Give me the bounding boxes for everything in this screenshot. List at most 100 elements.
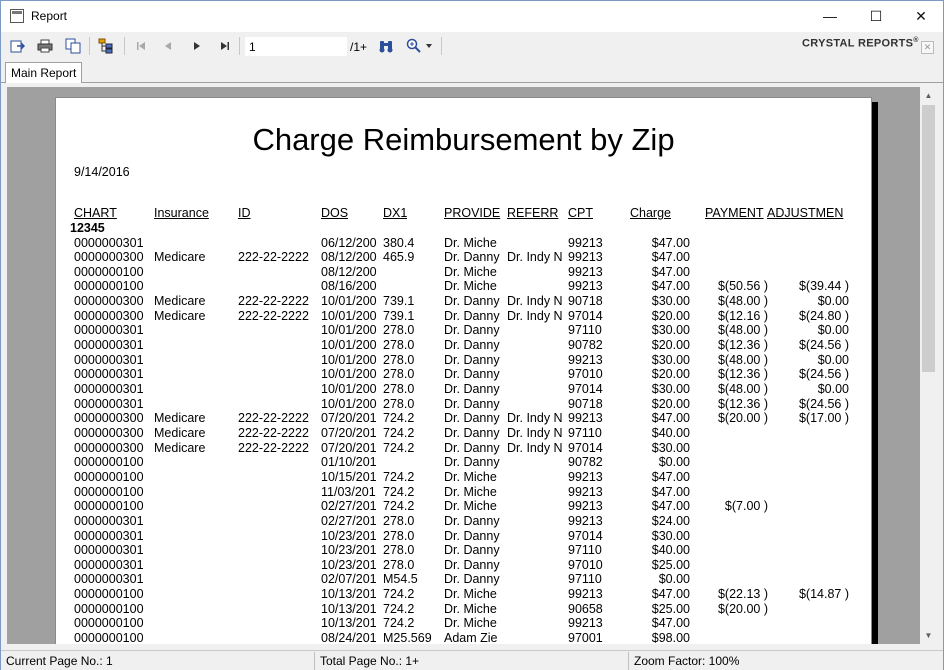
- cell-cpt: 97014: [568, 382, 603, 396]
- first-page-icon[interactable]: [132, 37, 150, 55]
- maximize-button[interactable]: ☐: [853, 1, 899, 32]
- cell-cpt: 99213: [568, 484, 603, 499]
- scroll-up-icon[interactable]: ▲: [920, 87, 937, 104]
- close-view-icon[interactable]: ✕: [921, 41, 934, 54]
- next-page-icon[interactable]: [188, 37, 206, 55]
- header-dx1: DX1: [383, 206, 408, 220]
- cell-provider: Dr. Miche: [444, 264, 497, 279]
- cell-provider: Dr. Danny: [444, 323, 500, 338]
- cell-adjustment: $(24.56 ): [798, 396, 849, 411]
- status-bar: Current Page No.: 1 Total Page No.: 1+ Z…: [1, 650, 943, 670]
- cell-referr: Dr. Indy N: [507, 425, 562, 440]
- table-row: 0000000301 10/01/200 278.0 Dr. Danny 90782 $2…: [56, 338, 871, 353]
- cell-charge: $47.00: [651, 279, 690, 294]
- print-icon[interactable]: [36, 37, 54, 55]
- header-referr: REFERR: [507, 206, 559, 220]
- group-tree-icon[interactable]: [97, 37, 115, 55]
- cell-provider: Dr. Danny: [444, 367, 500, 382]
- cell-provider: Dr. Miche: [444, 601, 497, 616]
- cell-cpt: 99213: [568, 235, 603, 250]
- cell-id: 222-22-2222: [238, 411, 309, 426]
- cell-dx1: 724.2: [383, 616, 415, 631]
- cell-dos: 08/16/200: [321, 279, 377, 294]
- scroll-thumb[interactable]: [922, 105, 935, 372]
- scroll-down-icon[interactable]: ▼: [920, 627, 937, 644]
- cell-dos: 02/27/201: [321, 499, 377, 514]
- cell-chart: 0000000100: [74, 631, 144, 644]
- cell-charge: $25.00: [651, 557, 690, 572]
- cell-payment: $(12.36 ): [717, 338, 768, 353]
- cell-provider: Dr. Danny: [444, 455, 500, 470]
- cell-provider: Dr. Danny: [444, 382, 500, 396]
- cell-id: 222-22-2222: [238, 308, 309, 323]
- find-icon[interactable]: [377, 37, 395, 55]
- header-adjustment: ADJUSTMEN: [767, 206, 844, 220]
- cell-dx1: 278.0: [383, 543, 415, 558]
- table-row: 0000000300 Medicare 222-22-2222 07/20/201 72…: [56, 411, 871, 426]
- export-icon[interactable]: [8, 37, 26, 55]
- table-row: 0000000301 02/27/201 278.0 Dr. Danny 99213 $2…: [56, 514, 871, 529]
- cell-chart: 0000000100: [74, 264, 144, 279]
- header-chart: CHART: [74, 206, 117, 220]
- cell-dx1: 465.9: [383, 250, 415, 265]
- cell-dos: 10/01/200: [321, 396, 377, 411]
- cell-charge: $20.00: [651, 338, 690, 353]
- cell-charge: $30.00: [651, 352, 690, 367]
- cell-provider: Dr. Danny: [444, 308, 500, 323]
- copy-icon[interactable]: [64, 37, 82, 55]
- cell-dx1: 724.2: [383, 499, 415, 514]
- page-number-input[interactable]: [245, 37, 347, 56]
- cell-provider: Dr. Miche: [444, 616, 497, 631]
- report-title: Charge Reimbursement by Zip: [252, 122, 675, 157]
- zoom-icon[interactable]: [405, 37, 423, 55]
- header-payment: PAYMENT: [705, 206, 764, 220]
- cell-provider: Dr. Danny: [444, 294, 500, 309]
- cell-charge: $0.00: [658, 572, 690, 587]
- cell-chart: 0000000300: [74, 411, 144, 426]
- cell-dx1: 278.0: [383, 367, 415, 382]
- cell-cpt: 97014: [568, 308, 603, 323]
- cell-dos: 10/15/201: [321, 469, 377, 484]
- cell-charge: $0.00: [658, 455, 690, 470]
- cell-dos: 01/10/201: [321, 455, 377, 470]
- cell-charge: $98.00: [651, 631, 690, 644]
- prev-page-icon[interactable]: [159, 37, 177, 55]
- cell-chart: 0000000301: [74, 513, 144, 528]
- vertical-scrollbar[interactable]: ▲ ▼: [920, 87, 937, 644]
- cell-charge: $47.00: [651, 616, 690, 631]
- close-button[interactable]: ✕: [898, 1, 944, 32]
- cell-charge: $25.00: [651, 601, 690, 616]
- cell-dos: 10/01/200: [321, 352, 377, 367]
- cell-cpt: 90718: [568, 294, 603, 309]
- cell-chart: 0000000100: [74, 601, 144, 616]
- table-row: 0000000300 Medicare 222-22-2222 10/01/200 73…: [56, 294, 871, 309]
- cell-cpt: 99213: [568, 499, 603, 514]
- cell-insurance: Medicare: [154, 440, 206, 455]
- minimize-button[interactable]: —: [807, 1, 853, 32]
- toolbar-separator: [441, 37, 442, 55]
- cell-referr: Dr. Indy N: [507, 411, 562, 426]
- cell-chart: 0000000301: [74, 323, 144, 338]
- tab-main-report[interactable]: Main Report: [5, 62, 83, 83]
- cell-id: 222-22-2222: [238, 425, 309, 440]
- page-total-label: /1+: [350, 40, 368, 54]
- zoom-dropdown-icon[interactable]: [424, 37, 434, 55]
- cell-dos: 10/01/200: [321, 382, 377, 396]
- cell-provider: Dr. Danny: [444, 352, 500, 367]
- cell-dos: 02/07/201: [321, 572, 377, 587]
- cell-chart: 0000000100: [74, 484, 144, 499]
- table-row: 0000000100 02/27/201 724.2 Dr. Miche 99213 $4…: [56, 499, 871, 514]
- cell-cpt: 99213: [568, 250, 603, 265]
- cell-dos: 10/13/201: [321, 616, 377, 631]
- cell-dos: 07/20/201: [321, 411, 377, 426]
- report-date: 9/14/2016: [74, 165, 130, 179]
- cell-chart: 0000000301: [74, 352, 144, 367]
- last-page-icon[interactable]: [216, 37, 234, 55]
- report-window: Report — ☐ ✕ /1+: [0, 0, 944, 670]
- table-row: 0000000300 Medicare 222-22-2222 07/20/201 72…: [56, 426, 871, 441]
- cell-cpt: 97001: [568, 631, 603, 644]
- cell-chart: 0000000301: [74, 235, 144, 250]
- table-row: 0000000100 10/15/201 724.2 Dr. Miche 99213 $4…: [56, 470, 871, 485]
- app-icon: [10, 9, 24, 23]
- cell-chart: 0000000300: [74, 308, 144, 323]
